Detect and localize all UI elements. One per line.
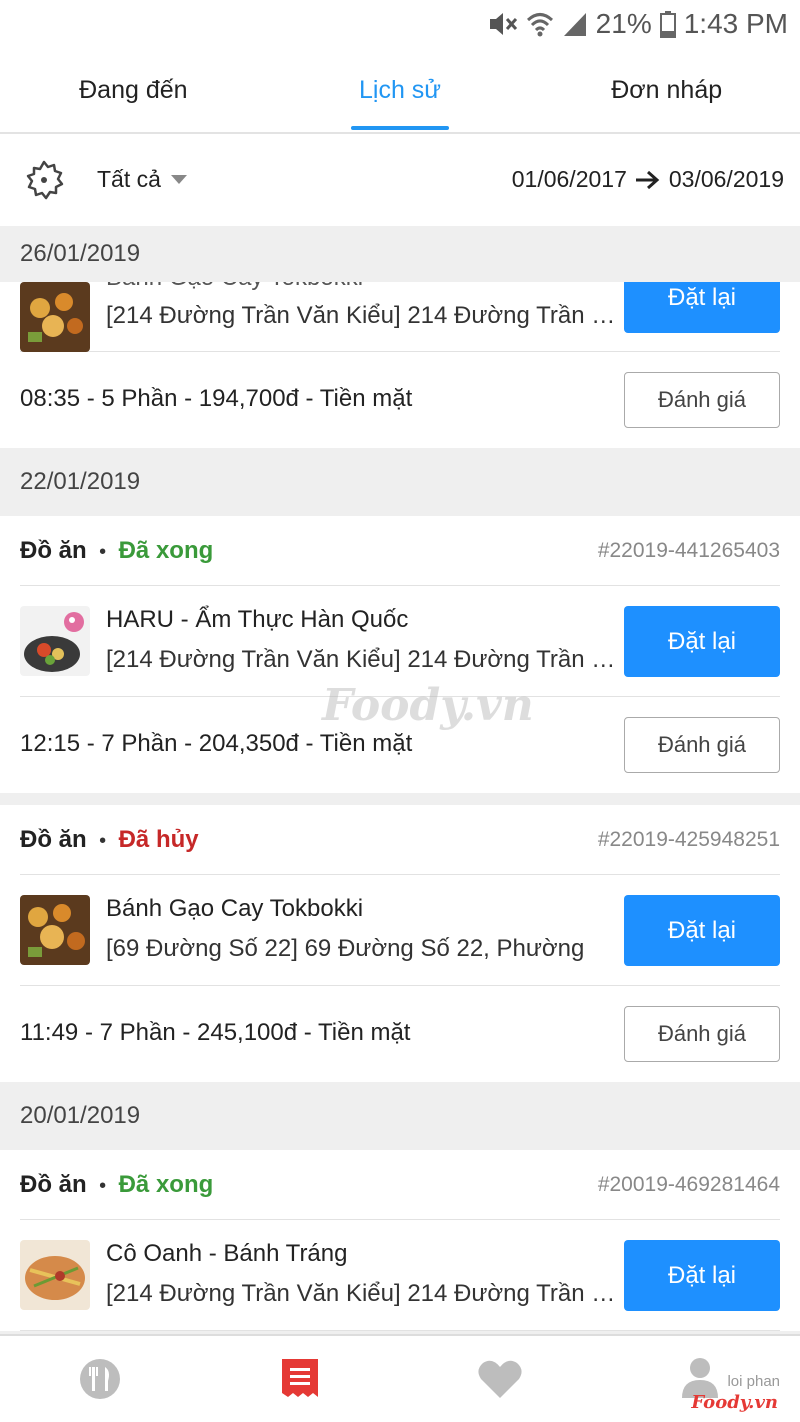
order-type: Đồ ăn <box>20 1170 87 1198</box>
order-summary: 12:15 - 7 Phần - 204,350đ - Tiền mặt <box>20 730 413 757</box>
date-to: 03/06/2019 <box>668 166 784 192</box>
tab-drafts[interactable]: Đơn nháp <box>533 48 800 132</box>
clock: 1:43 PM <box>683 8 788 39</box>
order-card: Bánh Gạo Cay Tokbokki [214 Đường Trần Vă… <box>0 282 800 448</box>
status-icons: 21% 1:43 PM <box>488 6 788 42</box>
date-header: 20/01/2019 <box>0 1082 800 1150</box>
battery-icon <box>659 11 676 38</box>
separator-dot: • <box>99 540 107 563</box>
order-id: #22019-441265403 <box>597 538 780 562</box>
order-status: Đã hủy <box>118 825 199 853</box>
shop-address: [214 Đường Trần Văn Kiểu] 214 Đường Trần… <box>106 302 618 329</box>
nav-restaurants[interactable] <box>0 1336 200 1422</box>
nav-favorites[interactable] <box>400 1336 600 1422</box>
review-button[interactable]: Đánh giá <box>624 717 780 773</box>
brand-logo: Foody.vn <box>691 1392 778 1413</box>
order-header: Đồ ăn • Đã xong #20019-469281464 <box>20 1150 780 1220</box>
review-button[interactable]: Đánh giá <box>624 372 780 428</box>
chevron-down-icon <box>170 175 187 184</box>
filter-selected: Tất cả <box>97 166 161 192</box>
tab-bar: Đang đến Lịch sử Đơn nháp <box>0 48 800 134</box>
status-bar: 21% 1:43 PM <box>0 0 800 48</box>
order-card: Đồ ăn • Đã xong #20019-469281464 Cô Oanh… <box>0 1150 800 1331</box>
order-footer: 11:49 - 7 Phần - 245,100đ - Tiền mặt Đán… <box>20 986 780 1082</box>
shop-name: HARU - Ẩm Thực Hàn Quốc <box>106 606 409 633</box>
wifi-icon <box>526 13 553 37</box>
date-from: 01/06/2017 <box>511 166 627 192</box>
order-type: Đồ ăn <box>20 825 87 853</box>
order-type: Đồ ăn <box>20 536 87 564</box>
battery-percent: 21% <box>595 8 652 39</box>
order-body[interactable]: Bánh Gạo Cay Tokbokki [214 Đường Trần Vă… <box>20 282 780 352</box>
order-body[interactable]: HARU - Ẩm Thực Hàn Quốc [214 Đường Trần … <box>20 586 780 697</box>
date-header: 26/01/2019 <box>0 226 800 282</box>
heart-icon <box>478 1360 522 1398</box>
shop-address: [214 Đường Trần Văn Kiểu] 214 Đường Trần… <box>106 646 618 673</box>
order-list[interactable]: 26/01/2019 Bánh Gạo Cay Tokbokki [214 Đư… <box>0 226 800 1334</box>
food-thumbnail <box>20 282 90 352</box>
order-id: #22019-425948251 <box>597 827 780 851</box>
nav-profile[interactable]: loi phan Foody.vn <box>600 1336 800 1422</box>
user-name: loi phan <box>727 1373 780 1390</box>
reorder-button[interactable]: Đặt lại <box>624 282 780 333</box>
order-summary: 11:49 - 7 Phần - 245,100đ - Tiền mặt <box>20 1019 411 1046</box>
mute-icon <box>489 13 517 35</box>
order-status: Đã xong <box>118 1170 214 1198</box>
order-header: Đồ ăn • Đã xong #22019-441265403 <box>20 516 780 586</box>
bottom-nav: loi phan Foody.vn <box>0 1334 800 1422</box>
arrow-right-icon <box>635 170 660 189</box>
order-footer: 08:35 - 5 Phần - 194,700đ - Tiền mặt Đán… <box>20 352 780 448</box>
restaurant-icon <box>80 1359 120 1399</box>
reorder-button[interactable]: Đặt lại <box>624 895 780 966</box>
shop-address: [69 Đường Số 22] 69 Đường Số 22, Phường <box>106 935 585 962</box>
shop-address: [214 Đường Trần Văn Kiểu] 214 Đường Trần… <box>106 1280 618 1307</box>
reorder-button[interactable]: Đặt lại <box>624 1240 780 1311</box>
signal-icon <box>563 13 586 36</box>
order-card: Đồ ăn • Đã hủy #22019-425948251 Bánh Gạo… <box>0 805 800 1082</box>
food-thumbnail <box>20 895 90 965</box>
separator-dot: • <box>99 1174 107 1197</box>
order-status: Đã xong <box>118 536 214 564</box>
filter-bar: Tất cả 01/06/2017 03/06/2019 <box>0 136 800 226</box>
tab-history[interactable]: Lịch sử <box>267 48 534 132</box>
order-body[interactable]: Cô Oanh - Bánh Tráng [214 Đường Trần Văn… <box>20 1220 780 1331</box>
date-range[interactable]: 01/06/2017 03/06/2019 <box>512 166 784 193</box>
gear-icon[interactable] <box>22 159 66 203</box>
separator-dot: • <box>99 829 107 852</box>
order-body[interactable]: Bánh Gạo Cay Tokbokki [69 Đường Số 22] 6… <box>20 875 780 986</box>
card-gap <box>0 793 800 805</box>
filter-dropdown[interactable]: Tất cả <box>97 166 187 193</box>
tab-incoming[interactable]: Đang đến <box>0 48 267 132</box>
review-button[interactable]: Đánh giá <box>624 1006 780 1062</box>
reorder-button[interactable]: Đặt lại <box>624 606 780 677</box>
food-thumbnail <box>20 1240 90 1310</box>
order-card: Đồ ăn • Đã xong #22019-441265403 HARU - … <box>0 516 800 793</box>
order-id: #20019-469281464 <box>597 1172 780 1196</box>
food-thumbnail <box>20 606 90 676</box>
order-header: Đồ ăn • Đã hủy #22019-425948251 <box>20 805 780 875</box>
shop-name: Bánh Gạo Cay Tokbokki <box>106 895 364 922</box>
order-footer: 12:15 - 7 Phần - 204,350đ - Tiền mặt Đán… <box>20 697 780 793</box>
shop-name: Cô Oanh - Bánh Tráng <box>106 1240 348 1267</box>
order-summary: 08:35 - 5 Phần - 194,700đ - Tiền mặt <box>20 385 413 412</box>
shop-name: Bánh Gạo Cay Tokbokki <box>106 282 363 292</box>
receipt-icon <box>282 1359 318 1397</box>
nav-orders[interactable] <box>200 1336 400 1422</box>
date-header: 22/01/2019 <box>0 448 800 516</box>
